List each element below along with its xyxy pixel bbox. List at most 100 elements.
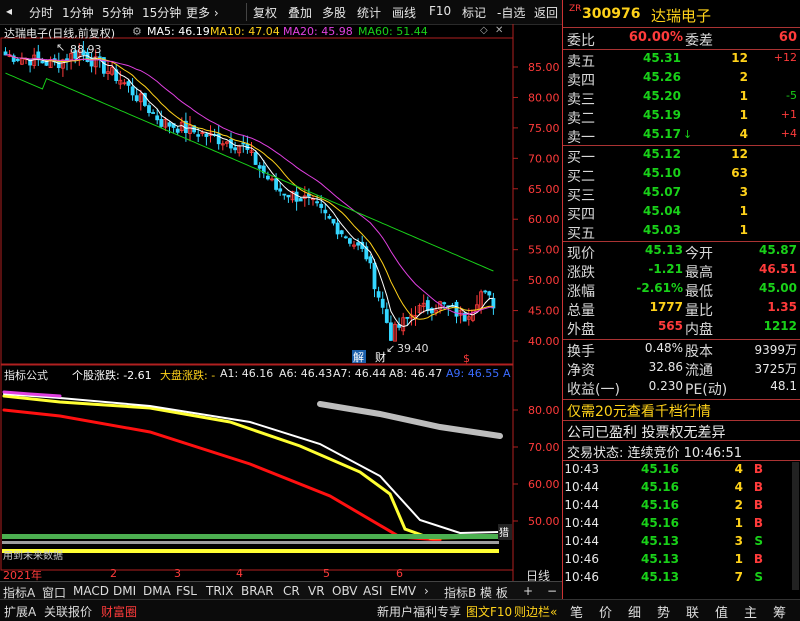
- y-tick-label: 50.00: [528, 274, 560, 287]
- tab-dmi[interactable]: DMI: [113, 584, 136, 598]
- indicator-title[interactable]: 指标公式: [4, 367, 48, 383]
- toolbar-5min[interactable]: 5分钟: [102, 4, 134, 21]
- toolbar-15min[interactable]: 15分钟: [142, 4, 181, 21]
- tick-row: 10:44 45.16 1 B: [563, 516, 800, 535]
- toolbar-draw[interactable]: 画线: [392, 4, 416, 21]
- panel-tab-2[interactable]: 细: [628, 602, 641, 621]
- toolbar-stats[interactable]: 统计: [357, 4, 381, 21]
- toolbar-watchlist[interactable]: -自选: [497, 4, 525, 21]
- ma10-label: MA10: 47.04: [210, 25, 280, 38]
- tab-emv[interactable]: EMV: [390, 584, 416, 598]
- high-price-label: 88.93: [70, 43, 102, 56]
- candle-body: [331, 218, 336, 224]
- sell-row: 卖一 45.17 4 +4 ↓: [563, 127, 800, 146]
- candle-body: [376, 291, 381, 298]
- toolbar-back[interactable]: 返回: [534, 4, 558, 21]
- tick-volume: 1: [734, 516, 743, 530]
- tab-fsl[interactable]: FSL: [176, 584, 197, 598]
- buy-price[interactable]: 45.12: [623, 147, 681, 161]
- tab-obv[interactable]: OBV: [332, 584, 358, 598]
- tab-trix[interactable]: TRIX: [206, 584, 233, 598]
- back-arrow-icon[interactable]: ◂: [6, 4, 12, 18]
- tab-brar[interactable]: BRAR: [241, 584, 274, 598]
- tab-cr[interactable]: CR: [283, 584, 300, 598]
- toolbar-multi[interactable]: 多股: [322, 4, 346, 21]
- kline-chart[interactable]: 85.00 80.00 75.00 70.00 65.00 60.00 55.00 50.00…: [0, 24, 562, 581]
- tab-macd[interactable]: MACD: [73, 584, 109, 598]
- panel-tab-6[interactable]: 主: [744, 602, 757, 621]
- tab-more-arrow[interactable]: ›: [424, 584, 429, 598]
- candle-body: [233, 147, 238, 151]
- panel-tab-5[interactable]: 值: [715, 602, 728, 621]
- y-tick-label: 60.00: [528, 213, 560, 226]
- panel-tab-4[interactable]: 联: [686, 602, 699, 621]
- x-label-3: 3: [174, 567, 181, 580]
- status-wealth-circle[interactable]: 财富圈: [101, 603, 137, 620]
- sell-price[interactable]: 45.19: [623, 108, 681, 122]
- sell-price[interactable]: 45.31: [623, 51, 681, 65]
- candlestick-series: [3, 40, 496, 342]
- tab-remove[interactable]: −: [547, 584, 557, 598]
- close-icon[interactable]: ✕: [495, 25, 503, 36]
- candle-body: [265, 175, 270, 180]
- status-f10[interactable]: 图文F10: [466, 603, 512, 620]
- sell-price[interactable]: 45.26: [623, 70, 681, 84]
- status-sidebar[interactable]: 则边栏«: [514, 603, 557, 620]
- promo-company[interactable]: 公司已盈利 投票权无差异: [567, 422, 725, 442]
- candle-body: [147, 105, 151, 113]
- toolbar-mark[interactable]: 标记: [462, 4, 486, 21]
- stat-value: 1.35: [767, 300, 797, 314]
- buy-price[interactable]: 45.07: [623, 185, 681, 199]
- tab-add[interactable]: +: [523, 584, 533, 598]
- tick-price: 45.16: [641, 516, 679, 530]
- tick-row: 10:44 45.16 2 B: [563, 498, 800, 517]
- candle-body: [425, 300, 430, 312]
- sell-price[interactable]: 45.17: [623, 127, 681, 141]
- toolbar-1min[interactable]: 1分钟: [62, 4, 94, 21]
- buy-volume: 1: [739, 204, 748, 218]
- candle-body: [257, 165, 262, 169]
- dividend-badge[interactable]: $: [463, 352, 470, 365]
- status-new-user[interactable]: 新用户福利专享: [377, 603, 461, 620]
- y-tick-label: 80.00: [528, 91, 560, 104]
- status-related-quotes[interactable]: 关联报价: [44, 603, 92, 620]
- tick-price: 45.13: [641, 534, 679, 548]
- panel-tab-7[interactable]: 筹: [773, 602, 786, 621]
- candle-body: [167, 122, 172, 127]
- hunter-tag[interactable]: 猎: [499, 526, 509, 539]
- buy-price[interactable]: 45.03: [623, 223, 681, 237]
- x-axis: 2021年 2 3 4 5 6 日线: [0, 567, 562, 583]
- sell-price[interactable]: 45.20: [623, 89, 681, 103]
- stat-label: 量比: [685, 303, 713, 319]
- diamond-icon[interactable]: ◇: [480, 25, 488, 36]
- tick-scrollbar[interactable]: [792, 462, 799, 590]
- status-expand[interactable]: 扩展A: [4, 603, 36, 620]
- tick-price: 45.16: [641, 498, 679, 512]
- promo-orderbook[interactable]: 仅需20元查看千档行情: [567, 401, 711, 421]
- toolbar-more[interactable]: 更多 ›: [186, 4, 219, 21]
- sell-row: 卖二 45.19 1 +1: [563, 108, 800, 127]
- candle-body: [241, 142, 246, 145]
- stat-label: 最低: [685, 284, 713, 300]
- finance-badge[interactable]: 财: [375, 350, 386, 364]
- buy-price[interactable]: 45.04: [623, 204, 681, 218]
- tab-vr[interactable]: VR: [308, 584, 325, 598]
- panel-tab-0[interactable]: 笔: [570, 602, 583, 621]
- unlock-badge[interactable]: 解: [353, 350, 364, 364]
- tick-price: 45.13: [641, 570, 679, 584]
- tick-time: 10:44: [564, 516, 599, 530]
- candle-body: [294, 191, 299, 202]
- toolbar-f10[interactable]: F10: [429, 4, 451, 18]
- panel-tab-3[interactable]: 势: [657, 602, 670, 621]
- tab-asi[interactable]: ASI: [363, 584, 382, 598]
- buy-price[interactable]: 45.10: [623, 166, 681, 180]
- candle-body: [151, 112, 156, 114]
- green-band: [2, 534, 499, 539]
- panel-tab-1[interactable]: 价: [599, 602, 612, 621]
- toolbar-intraday[interactable]: 分时: [29, 4, 53, 21]
- settings-gear-icon[interactable]: ⚙: [132, 25, 142, 38]
- tab-dma[interactable]: DMA: [143, 584, 171, 598]
- toolbar-adjust[interactable]: 复权: [253, 4, 277, 21]
- candle-body: [327, 216, 332, 219]
- toolbar-overlay[interactable]: 叠加: [288, 4, 312, 21]
